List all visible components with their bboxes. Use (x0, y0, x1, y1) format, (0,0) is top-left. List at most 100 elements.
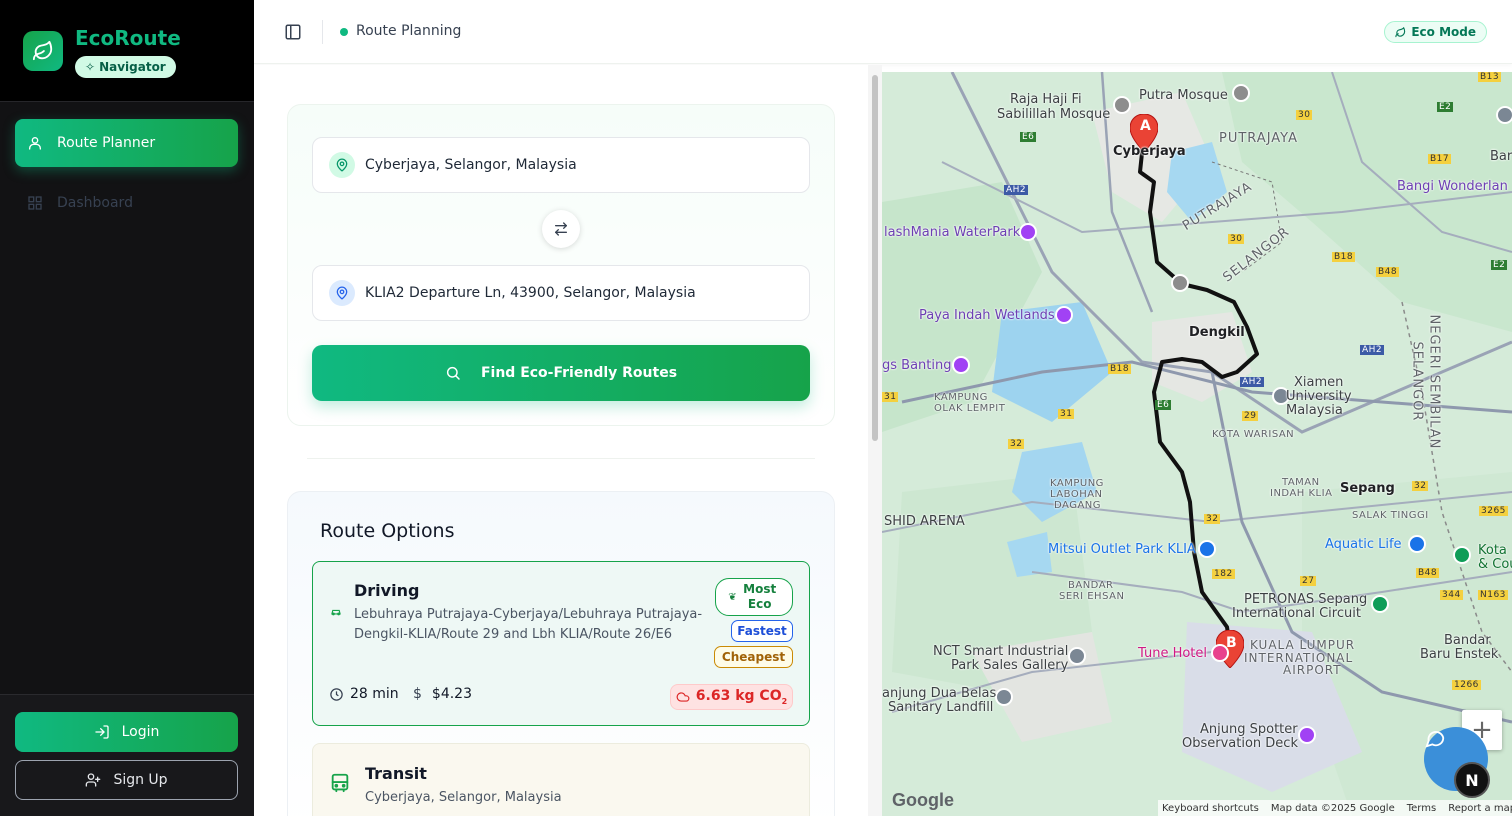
map-label: Bandar (1444, 633, 1491, 648)
park-poi-icon[interactable] (1019, 223, 1037, 241)
road-shield: 344 (1440, 590, 1463, 600)
scrollbar-thumb[interactable] (872, 75, 878, 441)
route-search-card: Cyberjaya, Selangor, Malaysia KLIA2 Depa… (287, 104, 835, 426)
map-label: Raja Haji Fi (1010, 92, 1082, 107)
road-shield: B48 (1376, 267, 1400, 277)
road-shield: 29 (1242, 411, 1259, 421)
leaf-icon (1395, 26, 1406, 37)
park-poi-icon[interactable] (1453, 546, 1471, 564)
route-option-driving[interactable]: Driving Lebuhraya Putrajaya-Cyberjaya/Le… (312, 561, 810, 726)
status-dot (340, 28, 348, 36)
nav-item-route-planner[interactable]: Route Planner (15, 119, 238, 167)
map-label: Baru Enstek (1420, 647, 1499, 662)
login-label: Login (121, 724, 160, 740)
brand-header: EcoRoute ✧ Navigator (0, 0, 254, 102)
map-label: Sanitary Landfill (888, 700, 994, 715)
map-label: Sepang (1340, 481, 1395, 496)
panel-scrollbar[interactable] (868, 65, 882, 816)
destination-pin-icon (329, 280, 355, 306)
mosque-poi-icon[interactable] (1113, 96, 1131, 114)
road-shield: 30 (1296, 110, 1313, 120)
map-label: Sabilillah Mosque (997, 107, 1111, 122)
co2-value: 6.63 kg CO2 (696, 688, 787, 706)
map-label: PETRONAS Sepang (1244, 592, 1368, 607)
swap-locations-button[interactable] (542, 210, 580, 248)
nav-item-label: Dashboard (57, 195, 133, 211)
road-shield: 3265 (1479, 506, 1508, 516)
navigator-badge-label: Navigator (99, 60, 166, 74)
eco-mode-badge[interactable]: Eco Mode (1384, 21, 1487, 43)
circuit-poi-icon[interactable] (1371, 595, 1389, 613)
road-shield: 32 (1204, 514, 1221, 524)
hotel-poi-icon[interactable] (1211, 644, 1229, 662)
grid-icon (28, 196, 42, 210)
place-poi-icon[interactable] (1496, 106, 1512, 124)
map-label: SALAK TINGGI (1352, 510, 1429, 521)
destination-field[interactable]: KLIA2 Departure Ln, 43900, Selangor, Mal… (312, 265, 810, 321)
road-shield: AH2 (1240, 377, 1265, 387)
signup-label: Sign Up (113, 772, 168, 788)
map-label: Park Sales Gallery (951, 658, 1069, 673)
road-shield: AH2 (1004, 185, 1029, 195)
map-label: Bangi Wonderlan (1397, 179, 1508, 194)
find-routes-button[interactable]: Find Eco-Friendly Routes (312, 345, 810, 401)
swap-icon (555, 222, 567, 236)
place-poi-icon[interactable] (1171, 274, 1189, 292)
map-label: DAGANG (1054, 500, 1102, 511)
route-description: Cyberjaya, Selangor, Malaysia (365, 790, 562, 805)
sparkle-icon: ✧ (85, 60, 96, 74)
user-pin-icon (29, 137, 41, 150)
map-label: LABOHAN (1050, 489, 1103, 500)
route-map[interactable]: A B Raja Haji Fi Sabilillah Mosque Putra… (882, 72, 1512, 816)
login-button[interactable]: Login (15, 712, 238, 752)
map-label: Paya Indah Wetlands (919, 308, 1055, 323)
aquarium-poi-icon[interactable] (1408, 535, 1426, 553)
map-label: Anjung Spotter (1200, 722, 1298, 737)
keyboard-shortcuts-link[interactable]: Keyboard shortcuts (1162, 803, 1259, 814)
panel-toggle-icon[interactable] (284, 23, 302, 41)
map-label: SERI EHSAN (1059, 591, 1125, 602)
map-label: International Circuit (1232, 606, 1361, 621)
search-icon (446, 366, 460, 380)
attraction-poi-icon[interactable] (952, 356, 970, 374)
map-label: Tune Hotel (1138, 646, 1208, 661)
eco-mode-label: Eco Mode (1411, 25, 1476, 39)
road-shield: 32 (1008, 439, 1025, 449)
route-cost: $ $4.23 (413, 686, 472, 702)
road-shield: B18 (1332, 252, 1356, 262)
origin-value: Cyberjaya, Selangor, Malaysia (365, 157, 577, 173)
observation-poi-icon[interactable] (1298, 726, 1316, 744)
google-logo-text: Google (892, 790, 954, 810)
map-label: Bar (1490, 149, 1512, 164)
leaf-icon: ❦ (728, 591, 737, 603)
origin-field[interactable]: Cyberjaya, Selangor, Malaysia (312, 137, 810, 193)
map-label: anjung Dua Belas (882, 686, 997, 701)
landfill-poi-icon[interactable] (995, 688, 1013, 706)
report-error-link[interactable]: Report a map error (1448, 803, 1512, 814)
map-label: Malaysia (1286, 403, 1343, 418)
route-option-transit[interactable]: Transit Cyberjaya, Selangor, Malaysia (312, 743, 810, 816)
map-label: SELANGOR (1409, 341, 1425, 422)
map-label: KAMPUNG (934, 392, 988, 403)
terms-link[interactable]: Terms (1407, 803, 1436, 814)
nav-item-dashboard[interactable]: Dashboard (15, 179, 238, 227)
gallery-poi-icon[interactable] (1068, 647, 1086, 665)
user-avatar[interactable]: N (1454, 762, 1490, 798)
mosque-poi-icon[interactable] (1232, 84, 1250, 102)
map-label: Aquatic Life (1325, 537, 1402, 552)
signup-button[interactable]: Sign Up (15, 760, 238, 800)
route-options-title: Route Options (320, 520, 455, 542)
map-label: SHID ARENA (884, 514, 965, 529)
map-label: Cyberjaya (1113, 144, 1186, 159)
cost-value: $4.23 (431, 686, 473, 702)
route-duration: 28 min (329, 686, 399, 702)
start-marker-label: A (1140, 118, 1151, 134)
route-options-card: Route Options Driving Lebuhraya Putrajay… (287, 491, 835, 816)
shopping-poi-icon[interactable] (1198, 540, 1216, 558)
road-shield: AH2 (1360, 345, 1385, 355)
destination-value: KLIA2 Departure Ln, 43900, Selangor, Mal… (365, 285, 696, 301)
wetlands-poi-icon[interactable] (1055, 306, 1073, 324)
brand-title: EcoRoute (75, 26, 181, 50)
road-shield: 182 (1212, 569, 1235, 579)
section-divider (307, 458, 815, 459)
